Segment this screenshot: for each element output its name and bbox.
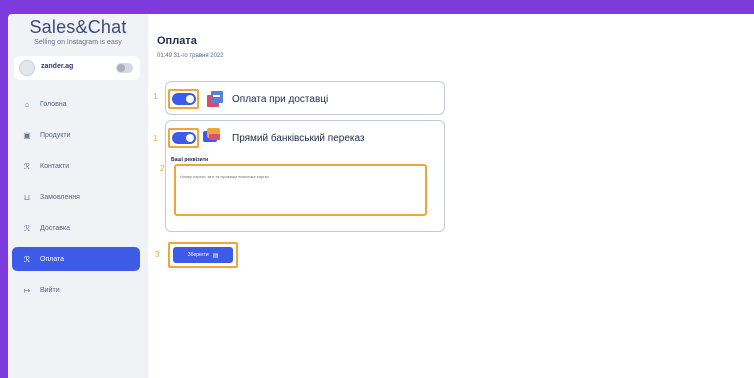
- page-date: 01:49 31-го травня 2022: [157, 53, 224, 59]
- requisites-field[interactable]: [174, 164, 427, 216]
- logout-icon: ↦: [23, 285, 31, 295]
- cod-toggle[interactable]: [172, 93, 196, 105]
- toggle-highlight: [168, 89, 199, 109]
- logo: Sales&Chat Selling on Instagram is easy: [8, 14, 148, 46]
- app-window: Sales&Chat Selling on Instagram is easy …: [8, 14, 754, 378]
- user-name: zander.ag: [41, 63, 74, 70]
- sidebar-item-label: Головна: [40, 100, 67, 108]
- annotation-number: 1: [153, 134, 158, 143]
- toggle-highlight: [168, 128, 199, 148]
- annotation-number: 1: [153, 92, 158, 101]
- annotation-number: 3: [155, 250, 160, 259]
- main-content: Оплата 01:49 31-го травня 2022 1 Оплата …: [148, 14, 754, 378]
- floppy-disk-icon: ▤: [212, 252, 219, 259]
- bank-toggle[interactable]: [172, 132, 196, 144]
- bank-card-icon: [203, 128, 220, 142]
- payment-option-cod: Оплата при доставці: [165, 81, 445, 115]
- annotation-number: 2: [160, 164, 165, 173]
- sidebar-item-payment[interactable]: ℛ Оплата: [12, 247, 140, 271]
- sidebar-item-label: Замовлення: [40, 193, 80, 201]
- delivery-icon: ℛ: [23, 223, 31, 233]
- sidebar-item-home[interactable]: ⌂ Головна: [12, 92, 140, 116]
- sidebar-item-label: Доставка: [40, 224, 71, 232]
- sidebar-item-label: Оплата: [40, 255, 65, 263]
- user-card[interactable]: zander.ag: [14, 56, 140, 80]
- contacts-icon: ℛ: [23, 161, 31, 171]
- save-button-highlight: Зберегти ▤: [168, 242, 238, 268]
- cart-icon: ⊔: [23, 192, 31, 202]
- sidebar-item-label: Контакти: [40, 162, 70, 170]
- sidebar-item-products[interactable]: ▣ Продукти: [12, 123, 140, 147]
- bank-label: Прямий банківський переказ: [232, 133, 365, 144]
- payment-option-bank: Прямий банківський переказ Ваші реквізит…: [165, 120, 445, 232]
- user-toggle[interactable]: [116, 63, 133, 73]
- products-icon: ▣: [23, 130, 31, 140]
- requisites-label: Ваші реквізити: [171, 157, 209, 163]
- home-icon: ⌂: [24, 99, 30, 109]
- sidebar: Sales&Chat Selling on Instagram is easy …: [8, 14, 148, 378]
- cash-icon: [207, 91, 223, 107]
- logo-title: Sales&Chat: [29, 17, 127, 37]
- sidebar-item-label: Продукти: [40, 131, 71, 139]
- sidebar-item-label: Вийти: [40, 286, 60, 294]
- page-title: Оплата: [157, 35, 197, 47]
- cod-label: Оплата при доставці: [232, 94, 329, 105]
- sidebar-item-logout[interactable]: ↦ Вийти: [12, 278, 140, 302]
- logo-subtitle: Selling on Instagram is easy: [34, 39, 122, 46]
- sidebar-item-contacts[interactable]: ℛ Контакти: [12, 154, 140, 178]
- sidebar-item-orders[interactable]: ⊔ Замовлення: [12, 185, 140, 209]
- save-button-label: Зберегти: [187, 252, 209, 258]
- avatar: [19, 60, 35, 76]
- payment-icon: ℛ: [23, 254, 31, 264]
- sidebar-item-delivery[interactable]: ℛ Доставка: [12, 216, 140, 240]
- save-button[interactable]: Зберегти ▤: [173, 247, 233, 263]
